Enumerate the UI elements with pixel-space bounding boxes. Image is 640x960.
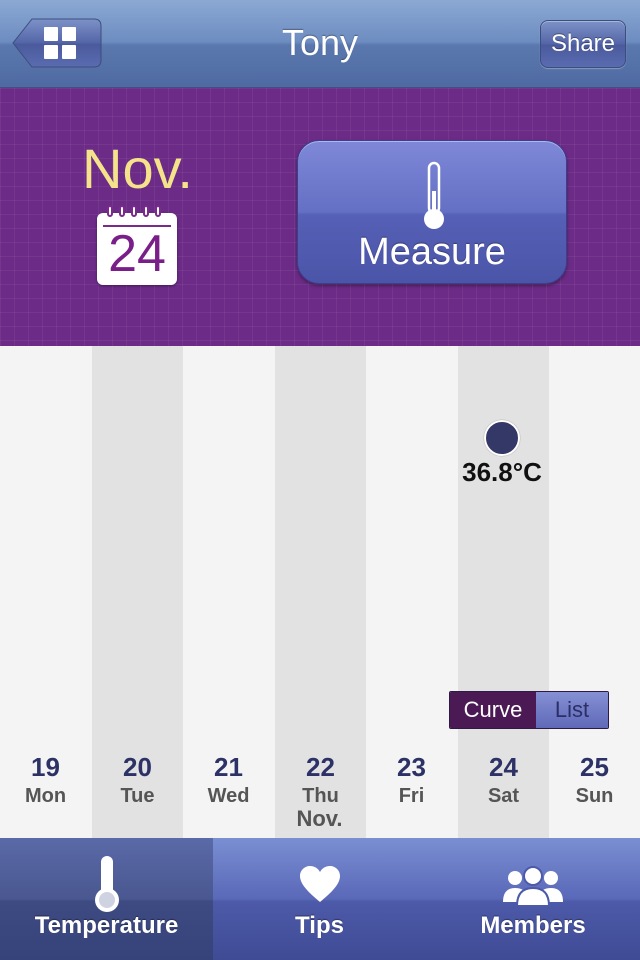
share-button[interactable]: Share <box>540 20 626 68</box>
view-toggle: Curve List <box>449 691 609 729</box>
thermometer-icon <box>424 161 444 229</box>
tab-members[interactable]: Members <box>426 838 640 960</box>
month-label: Nov. <box>82 137 193 200</box>
day-weekday: Sat <box>487 785 520 807</box>
day-column[interactable]: 22 Thu <box>275 746 366 806</box>
tab-bar: Temperature Tips Members <box>0 838 640 960</box>
temperature-value: 36.8°C <box>462 457 542 487</box>
axis-month-label: Nov. <box>296 806 343 831</box>
day-weekday: Wed <box>207 785 250 807</box>
measure-button[interactable]: Measure <box>297 140 567 284</box>
tab-tips-label: Tips <box>295 912 344 939</box>
day-weekday: Sun <box>575 785 614 807</box>
calendar-day: 24 <box>108 225 166 283</box>
day-column[interactable]: 20 Tue <box>92 746 183 806</box>
measure-label: Measure <box>358 231 506 273</box>
day-number: 20 <box>123 752 152 782</box>
calendar-rings <box>105 205 169 219</box>
temperature-chart: 36.8°C Curve List 19 Mon 20 Tue 21 Wed 2… <box>0 346 640 838</box>
temperature-point[interactable] <box>484 420 520 456</box>
date-header: Nov. 24 Measure <box>0 88 640 346</box>
day-column[interactable]: 25 Sun <box>549 746 640 806</box>
tab-temperature[interactable]: Temperature <box>0 838 213 960</box>
tab-temperature-label: Temperature <box>34 912 179 939</box>
navigation-bar: Tony Share <box>0 0 640 88</box>
list-toggle-button[interactable]: List <box>536 692 608 728</box>
day-number: 19 <box>31 752 60 782</box>
people-icon <box>426 854 640 913</box>
curve-toggle-button[interactable]: Curve <box>450 692 536 728</box>
tab-tips[interactable]: Tips <box>213 838 426 960</box>
thermometer-icon <box>0 854 213 919</box>
calendar-icon[interactable]: 24 <box>97 205 177 285</box>
day-number: 22 <box>306 752 335 782</box>
day-column[interactable]: 23 Fri <box>366 746 457 806</box>
day-weekday: Thu <box>302 785 339 807</box>
day-weekday: Tue <box>120 785 155 807</box>
day-weekday: Fri <box>398 785 425 807</box>
day-column[interactable]: 19 Mon <box>0 746 91 806</box>
day-number: 25 <box>580 752 609 782</box>
day-number: 21 <box>214 752 243 782</box>
day-column[interactable]: 21 Wed <box>183 746 274 806</box>
tab-members-label: Members <box>480 912 586 939</box>
heart-icon <box>213 854 426 909</box>
day-weekday: Mon <box>24 785 67 807</box>
day-number: 24 <box>489 752 518 782</box>
day-number: 23 <box>397 752 426 782</box>
day-column[interactable]: 24 Sat <box>458 746 549 806</box>
